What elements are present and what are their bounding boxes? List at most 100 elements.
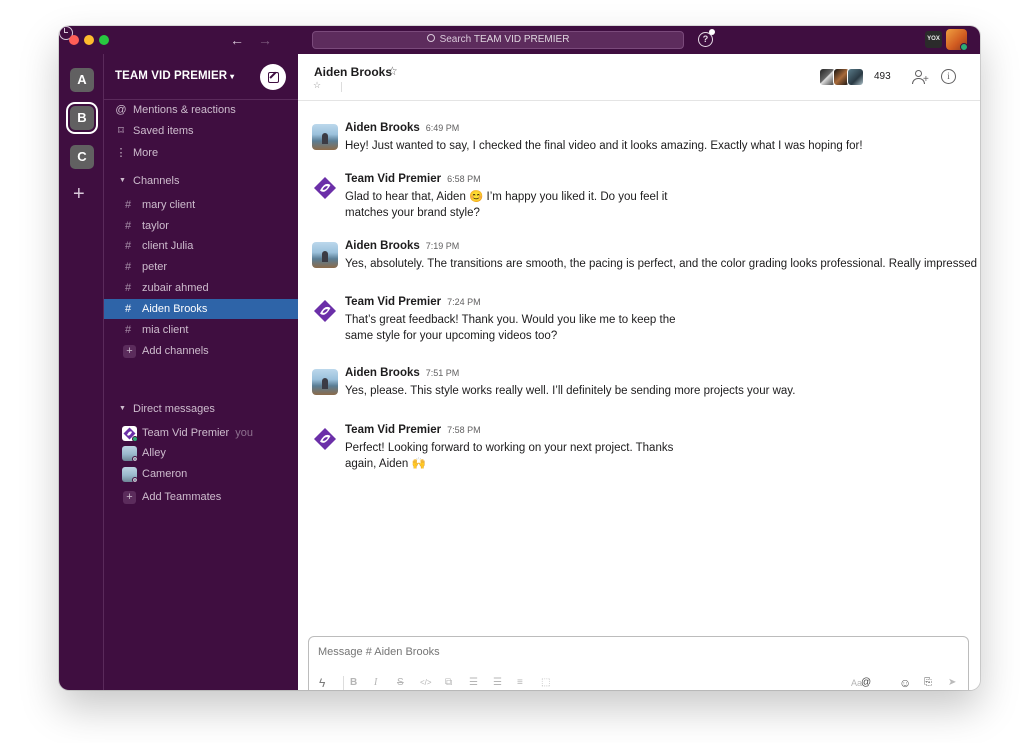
sidebar-item-saved[interactable]: ⌑ Saved items xyxy=(104,121,298,141)
member-count[interactable]: 493 xyxy=(874,71,891,82)
shortcuts-icon[interactable]: ϟ xyxy=(319,676,325,690)
code-block-icon[interactable]: ⬚ xyxy=(541,676,550,690)
workspace-b-button[interactable]: B xyxy=(70,106,94,130)
avatar[interactable] xyxy=(312,124,338,150)
message-time: 6:58 PM xyxy=(447,174,481,184)
channels-header-label: Channels xyxy=(133,175,180,187)
link-icon[interactable]: ⧉ xyxy=(445,676,452,690)
dm-section-header[interactable]: ▼ Direct messages xyxy=(104,399,298,419)
hash-icon: # xyxy=(125,303,132,315)
sidebar-item-channel[interactable]: # taylor xyxy=(104,216,298,236)
send-icon[interactable]: ➤ xyxy=(948,676,956,690)
strikethrough-icon[interactable]: S xyxy=(397,676,404,690)
sidebar-item-dm[interactable]: Team Vid Premier you xyxy=(104,423,298,443)
avatar[interactable] xyxy=(312,242,338,268)
sidebar-item-dm[interactable]: Cameron xyxy=(104,464,298,484)
member-avatars[interactable] xyxy=(819,68,869,87)
message-time: 7:19 PM xyxy=(425,241,460,251)
brand-logo-icon[interactable] xyxy=(312,175,338,201)
sidebar-item-channel[interactable]: # mia client xyxy=(104,320,298,340)
message-author[interactable]: Team Vid Premier 6:58 PM xyxy=(345,173,481,185)
caret-down-icon: ▼ xyxy=(119,177,126,184)
attach-icon[interactable]: ⎘ xyxy=(924,676,932,690)
hash-icon: # xyxy=(125,199,132,211)
message-text: Hey! Just wanted to say, I checked the f… xyxy=(345,140,863,152)
search-bar[interactable]: Search TEAM VID PREMIER xyxy=(312,31,684,49)
blockquote-icon[interactable]: ≡ xyxy=(517,676,523,690)
dm-header-label: Direct messages xyxy=(133,403,215,415)
mention-icon[interactable]: @ xyxy=(861,676,871,690)
team-name: TEAM VID PREMIER xyxy=(115,70,228,82)
channel-label: peter xyxy=(142,261,168,273)
message-author[interactable]: Aiden Brooks 6:49 PM xyxy=(345,122,459,134)
message-time: 7:24 PM xyxy=(447,297,481,307)
back-arrow-icon[interactable]: ← xyxy=(230,31,244,49)
hash-icon: # xyxy=(125,220,132,232)
caret-down-icon: ▼ xyxy=(119,405,126,412)
minimize-window-button[interactable] xyxy=(84,35,94,45)
brand-logo-icon[interactable] xyxy=(312,298,338,324)
italic-icon[interactable]: I xyxy=(374,676,377,690)
team-name-menu[interactable]: TEAM VID PREMIER ▾ xyxy=(115,70,234,82)
star-icon[interactable]: ☆ xyxy=(387,64,398,78)
brand-logo-icon[interactable] xyxy=(312,426,338,452)
dm-label: Cameron xyxy=(142,468,188,480)
compose-icon[interactable] xyxy=(260,64,286,90)
zoom-window-button[interactable] xyxy=(99,35,109,45)
message-composer: ϟ B I S </> ⧉ ☰ ☰ ≡ ⬚ Aa @ ☺ ⎘ ➤ xyxy=(308,636,969,690)
workspace-c-button[interactable]: C xyxy=(70,145,94,169)
hash-icon: # xyxy=(125,240,132,252)
search-placeholder: Search xyxy=(439,34,472,45)
channel-title[interactable]: Aiden Brooks xyxy=(314,65,392,79)
forward-arrow-icon[interactable]: → xyxy=(258,31,272,49)
sidebar-item-channel[interactable]: # mary client xyxy=(104,195,298,215)
app-badge-icon[interactable]: YOX xyxy=(925,31,942,48)
notification-dot xyxy=(709,29,715,35)
sidebar-item-more[interactable]: ⋮ More xyxy=(104,143,298,163)
add-teammates-button[interactable]: + Add Teammates xyxy=(104,487,298,507)
channels-section-header[interactable]: ▼ Channels xyxy=(104,171,298,191)
code-icon[interactable]: </> xyxy=(420,676,432,690)
message-author[interactable]: Aiden Brooks 7:19 PM xyxy=(345,240,459,252)
add-channels-button[interactable]: + Add channels xyxy=(104,341,298,361)
star-outline-icon[interactable]: ☆ xyxy=(313,80,321,91)
bulleted-list-icon[interactable]: ☰ xyxy=(493,676,502,690)
sidebar-item-mentions[interactable]: @ Mentions & reactions xyxy=(104,100,298,120)
sidebar-item-dm[interactable]: Alley xyxy=(104,443,298,463)
ordered-list-icon[interactable]: ☰ xyxy=(469,676,478,690)
message-author[interactable]: Aiden Brooks 7:51 PM xyxy=(345,367,459,379)
at-icon: @ xyxy=(115,104,127,116)
message-input[interactable] xyxy=(318,646,918,658)
presence-away-icon xyxy=(132,456,138,462)
emoji-icon[interactable]: ☺ xyxy=(899,676,911,690)
presence-online-icon xyxy=(960,43,968,51)
add-workspace-icon[interactable]: + xyxy=(73,184,85,204)
workspace-a-button[interactable]: A xyxy=(70,68,94,92)
message-time: 7:51 PM xyxy=(425,368,460,378)
dm-label: Team Vid Premier you xyxy=(142,427,253,439)
search-icon xyxy=(426,34,435,42)
sidebar-item-label: Mentions & reactions xyxy=(133,104,236,116)
channel-label: zubair ahmed xyxy=(142,282,209,294)
message-text: That’s great feedback! Thank you. Would … xyxy=(345,314,676,342)
dm-label: Alley xyxy=(142,447,166,459)
close-window-button[interactable] xyxy=(69,35,79,45)
sidebar-item-channel[interactable]: # client Julia xyxy=(104,236,298,256)
sidebar-item-channel-active[interactable]: # Aiden Brooks xyxy=(104,299,298,319)
message-author[interactable]: Team Vid Premier 7:58 PM xyxy=(345,424,481,436)
sidebar-item-channel[interactable]: # zubair ahmed xyxy=(104,278,298,298)
avatar[interactable] xyxy=(312,369,338,395)
chevron-down-icon: ▾ xyxy=(230,72,235,81)
add-person-icon[interactable]: + xyxy=(912,70,929,86)
bookmark-icon: ⌑ xyxy=(118,125,124,137)
channel-label: mia client xyxy=(142,324,189,336)
sidebar-item-channel[interactable]: # peter xyxy=(104,257,298,277)
sidebar-header: TEAM VID PREMIER ▾ xyxy=(104,54,298,100)
message-author[interactable]: Team Vid Premier 7:24 PM xyxy=(345,296,481,308)
hash-icon: # xyxy=(125,261,132,273)
channel-header: Aiden Brooks ☆ ☆ 493 + i xyxy=(298,54,980,101)
hash-icon: # xyxy=(125,324,132,336)
message-list: Aiden Brooks 6:49 PM Hey! Just wanted to … xyxy=(298,102,980,632)
bold-icon[interactable]: B xyxy=(350,676,357,690)
info-icon[interactable]: i xyxy=(941,69,956,84)
